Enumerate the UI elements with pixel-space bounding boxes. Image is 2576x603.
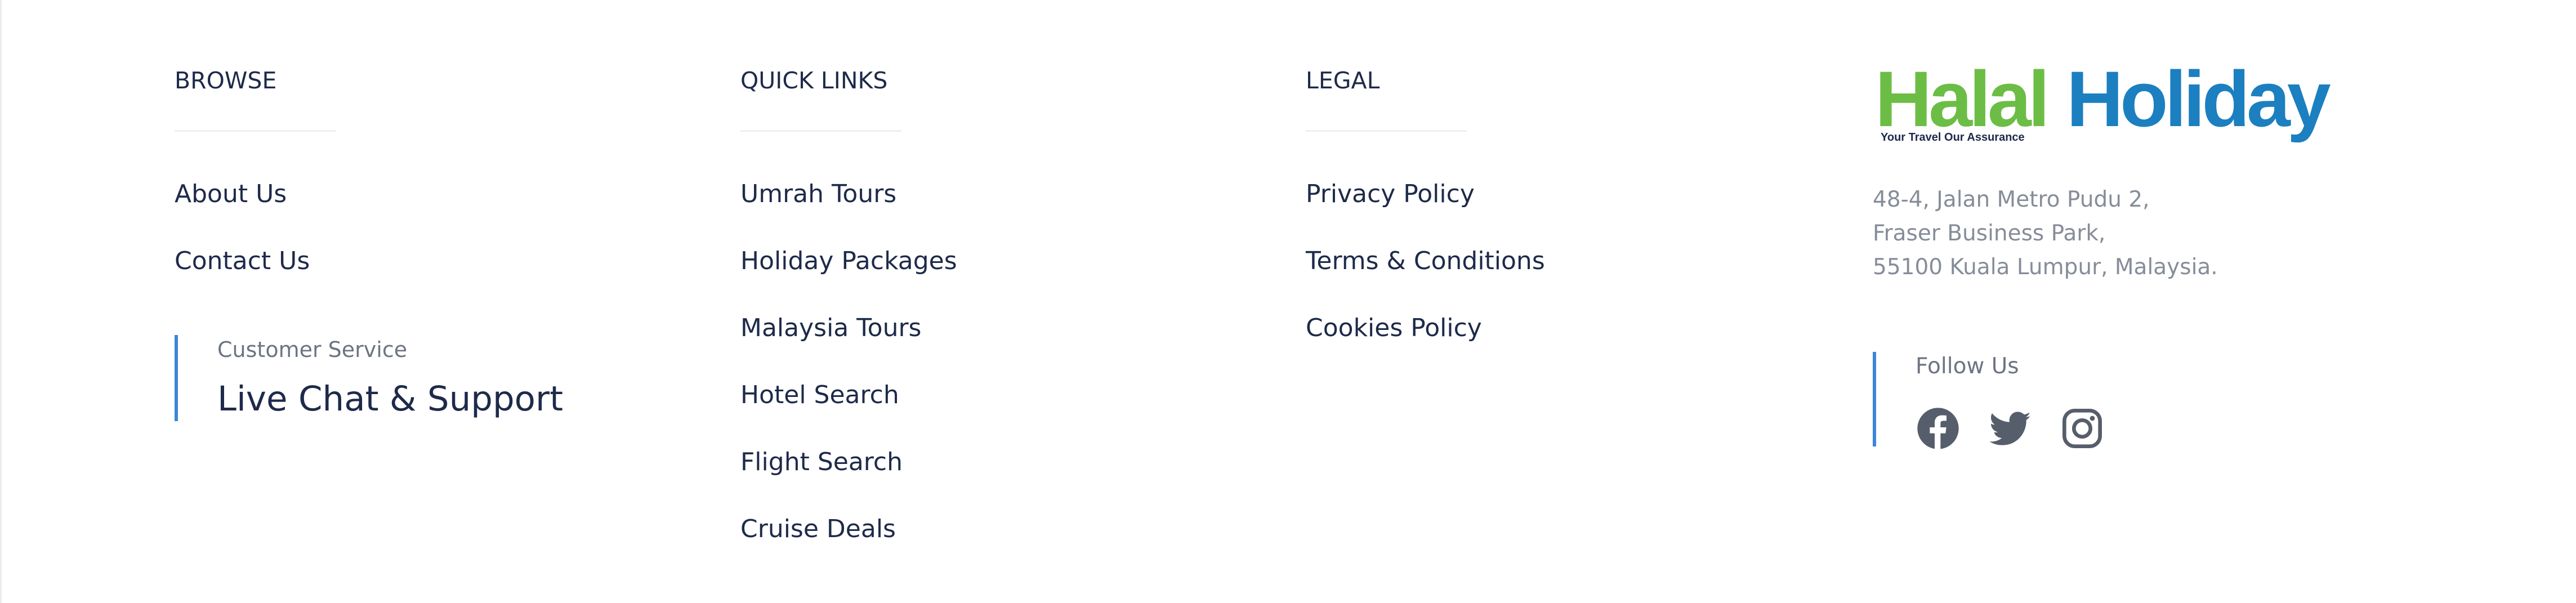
follow-us-label: Follow Us [1916, 354, 2019, 379]
follow-us-block: Follow Us [1873, 352, 2102, 449]
link-flight-search[interactable]: Flight Search [740, 447, 903, 477]
instagram-link[interactable] [2060, 406, 2105, 451]
browse-heading: BROWSE [175, 67, 277, 94]
halal-holiday-logo[interactable]: Halal Holiday Your Travel Our Assurance [1873, 66, 2357, 145]
customer-service-label: Customer Service [217, 337, 408, 362]
left-edge-border [0, 0, 2, 603]
facebook-link[interactable] [1916, 406, 1961, 451]
live-chat-support-link[interactable]: Live Chat & Support [217, 378, 563, 420]
legal-heading: LEGAL [1306, 67, 1380, 94]
customer-service-block: Customer Service Live Chat & Support [175, 335, 563, 421]
quick-links-heading: QUICK LINKS [740, 67, 888, 94]
link-cruise-deals[interactable]: Cruise Deals [740, 514, 896, 544]
legal-divider [1306, 130, 1467, 132]
twitter-link[interactable] [1988, 406, 2033, 451]
logo-word-holiday: Holiday [2066, 66, 2331, 143]
quick-links-divider [740, 130, 901, 132]
site-footer: BROWSE About Us Contact Us Customer Serv… [0, 0, 2576, 603]
link-contact-us[interactable]: Contact Us [175, 246, 310, 276]
logo-graphic: Halal Holiday Your Travel Our Assurance [1875, 66, 2334, 144]
address-line-3: 55100 Kuala Lumpur, Malaysia. [1873, 254, 2218, 280]
link-holiday-packages[interactable]: Holiday Packages [740, 246, 957, 276]
company-address: 48-4, Jalan Metro Pudu 2, Fraser Busines… [1873, 183, 2218, 284]
link-umrah-tours[interactable]: Umrah Tours [740, 179, 896, 209]
link-hotel-search[interactable]: Hotel Search [740, 380, 899, 410]
instagram-icon [2062, 409, 2102, 448]
link-cookies-policy[interactable]: Cookies Policy [1306, 313, 1482, 343]
address-line-1: 48-4, Jalan Metro Pudu 2, [1873, 187, 2150, 212]
facebook-icon [1917, 408, 1959, 449]
browse-divider [175, 130, 336, 132]
link-terms-conditions[interactable]: Terms & Conditions [1306, 246, 1545, 276]
link-malaysia-tours[interactable]: Malaysia Tours [740, 313, 921, 343]
twitter-icon [1989, 412, 2031, 445]
logo-tagline: Your Travel Our Assurance [1881, 131, 2025, 144]
link-privacy-policy[interactable]: Privacy Policy [1306, 179, 1475, 209]
address-line-2: Fraser Business Park, [1873, 221, 2106, 246]
link-about-us[interactable]: About Us [175, 179, 287, 209]
